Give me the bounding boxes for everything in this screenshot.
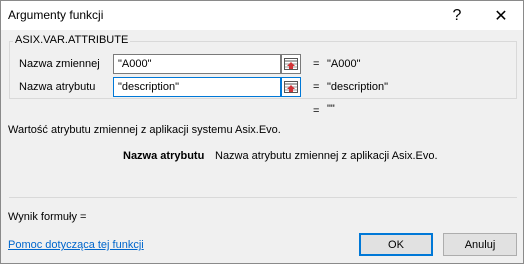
arg-label-attribute-name: Nazwa atrybutu: [19, 81, 96, 93]
formula-result-label: Wynik formuły =: [8, 211, 87, 223]
function-arguments-dialog: Argumenty funkcji ? ✕ ASIX.VAR.ATTRIBUTE…: [0, 0, 524, 264]
arg-description-name: Nazwa atrybutu: [123, 150, 205, 162]
collapse-dialog-icon[interactable]: [281, 77, 301, 97]
arg-result-equals: =: [313, 81, 320, 93]
variable-name-input[interactable]: "A000": [113, 54, 281, 74]
ok-button[interactable]: OK: [359, 233, 433, 256]
function-description: Wartość atrybutu zmiennej z aplikacji sy…: [8, 124, 281, 136]
function-name: ASIX.VAR.ATTRIBUTE: [13, 34, 131, 46]
function-result-value: "": [327, 103, 335, 115]
divider: [9, 197, 517, 198]
dialog-title: Argumenty funkcji: [8, 8, 104, 22]
arg-result-equals: =: [313, 58, 320, 70]
arg-result-attribute-name: "description": [327, 81, 389, 93]
cancel-button[interactable]: Anuluj: [443, 233, 517, 256]
collapse-dialog-icon[interactable]: [281, 54, 301, 74]
function-result-equals: =: [313, 105, 320, 117]
help-link[interactable]: Pomoc dotycząca tej funkcji: [8, 239, 144, 251]
arg-description-text: Nazwa atrybutu zmiennej z aplikacji Asix…: [215, 150, 438, 162]
arg-label-variable-name: Nazwa zmiennej: [19, 58, 100, 70]
attribute-name-input[interactable]: "description": [113, 77, 281, 97]
close-icon[interactable]: ✕: [479, 1, 523, 30]
help-icon[interactable]: ?: [435, 1, 479, 30]
title-bar: Argumenty funkcji ? ✕: [1, 1, 523, 30]
arg-result-variable-name: "A000": [327, 58, 361, 70]
